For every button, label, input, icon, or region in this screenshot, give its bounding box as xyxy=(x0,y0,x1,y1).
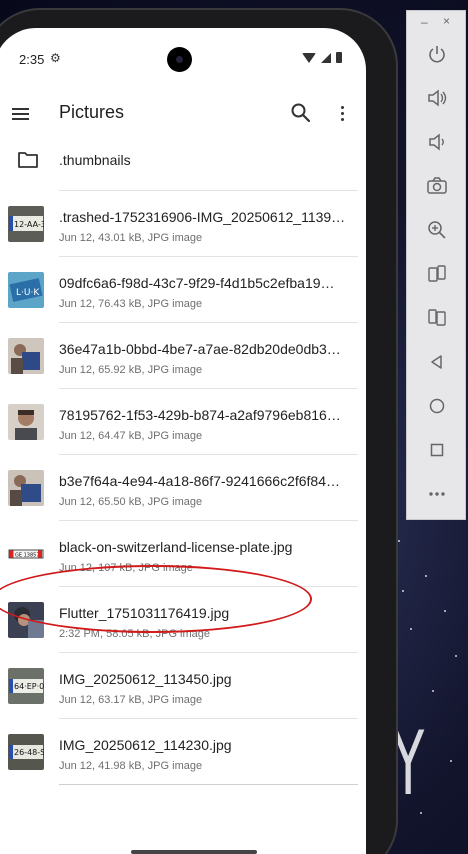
svg-text:26-48-S: 26-48-S xyxy=(14,748,44,757)
thumbnail-license-plate-3: 26-48-S xyxy=(8,734,44,770)
camera-icon[interactable] xyxy=(424,173,450,199)
file-item[interactable]: 36e47a1b-0bbd-4be7-a7ae-82db20de0db3… Ju… xyxy=(8,322,358,388)
file-meta: Jun 12, 64.47 kB, JPG image xyxy=(59,430,203,442)
file-meta: Jun 12, 43.01 kB, JPG image xyxy=(59,232,203,244)
thumbnail-license-plate-2: 64·EP·06 xyxy=(8,668,44,704)
volume-up-icon[interactable] xyxy=(424,85,450,111)
thumbnail-person-card xyxy=(8,470,44,506)
file-item[interactable]: 78195762-1f53-429b-b874-a2af9796eb816… J… xyxy=(8,388,358,454)
app-bar: Pictures xyxy=(0,88,366,140)
volume-down-icon[interactable] xyxy=(424,129,450,155)
home-icon[interactable] xyxy=(424,393,450,419)
rotate-left-icon[interactable] xyxy=(424,261,450,287)
power-icon[interactable] xyxy=(424,41,450,67)
wifi-icon xyxy=(302,52,316,63)
file-item[interactable]: GE 13857 black-on-switzerland-license-pl… xyxy=(8,520,358,586)
zoom-icon[interactable] xyxy=(424,217,450,243)
phone-screen: 2:35 ⚙ Pictures .thumbnails 12-AA-3 .tra… xyxy=(0,28,366,854)
folder-icon xyxy=(17,150,39,175)
emulator-side-panel: – × xyxy=(406,10,466,520)
emulator-window-controls: – × xyxy=(407,11,467,33)
status-icons xyxy=(302,52,342,63)
file-meta: Jun 12, 63.17 kB, JPG image xyxy=(59,694,203,706)
file-meta: Jun 12, 107 kB, JPG image xyxy=(59,562,193,574)
gesture-home-bar[interactable] xyxy=(131,850,257,854)
folder-row-thumbnails[interactable]: .thumbnails xyxy=(0,142,366,190)
list-divider xyxy=(59,784,358,785)
thumbnail-swiss-plate: GE 13857 xyxy=(8,536,44,572)
file-meta: Jun 12, 41.98 kB, JPG image xyxy=(59,760,203,772)
battery-icon xyxy=(336,52,342,63)
more-vert-icon[interactable] xyxy=(330,100,354,126)
more-horiz-icon[interactable] xyxy=(424,481,450,507)
file-item[interactable]: 12-AA-34 .trashed-1752316906-IMG_2025061… xyxy=(8,190,358,256)
signal-icon xyxy=(321,52,331,63)
file-item[interactable]: L·U·K 09dfc6a6-f98d-43c7-9f29-f4d1b5c2ef… xyxy=(8,256,358,322)
svg-text:L·U·K: L·U·K xyxy=(16,288,40,298)
file-name: Flutter_1751031176419.jpg xyxy=(59,605,230,621)
file-meta: Jun 12, 76.43 kB, JPG image xyxy=(59,298,203,310)
rotate-right-icon[interactable] xyxy=(424,305,450,331)
thumbnail-person-card xyxy=(8,338,44,374)
phone-frame: 2:35 ⚙ Pictures .thumbnails 12-AA-3 .tra… xyxy=(0,8,398,854)
file-name: .trashed-1752316906-IMG_20250612_1139… xyxy=(59,209,346,225)
thumbnail-license-plate: 12-AA-34 xyxy=(8,206,44,242)
file-item[interactable]: Flutter_1751031176419.jpg 2:32 PM, 58.05… xyxy=(8,586,358,652)
search-icon[interactable] xyxy=(288,100,314,126)
file-name: black-on-switzerland-license-plate.jpg xyxy=(59,539,293,555)
menu-icon[interactable] xyxy=(8,102,32,126)
svg-text:64·EP·06: 64·EP·06 xyxy=(14,682,44,691)
file-meta: Jun 12, 65.50 kB, JPG image xyxy=(59,496,203,508)
status-time: 2:35 xyxy=(19,52,45,67)
thumbnail-person-dark xyxy=(8,602,44,638)
file-name: b3e7f64a-4e94-4a18-86f7-9241666c2f6f84… xyxy=(59,473,341,489)
settings-gear-icon: ⚙ xyxy=(50,51,61,65)
file-name: IMG_20250612_114230.jpg xyxy=(59,737,232,753)
file-meta: Jun 12, 65.92 kB, JPG image xyxy=(59,364,203,376)
svg-text:12-AA-34: 12-AA-34 xyxy=(14,220,44,229)
back-icon[interactable] xyxy=(424,349,450,375)
folder-name: .thumbnails xyxy=(59,152,131,168)
file-name: 09dfc6a6-f98d-43c7-9f29-f4d1b5c2efba19… xyxy=(59,275,335,291)
page-title: Pictures xyxy=(59,102,125,122)
close-button[interactable]: × xyxy=(443,14,450,28)
file-meta: 2:32 PM, 58.05 kB, JPG image xyxy=(59,628,211,640)
file-name: IMG_20250612_113450.jpg xyxy=(59,671,232,687)
file-item[interactable]: b3e7f64a-4e94-4a18-86f7-9241666c2f6f84… … xyxy=(8,454,358,520)
file-name: 36e47a1b-0bbd-4be7-a7ae-82db20de0db3… xyxy=(59,341,341,357)
file-item[interactable]: 64·EP·06 IMG_20250612_113450.jpg Jun 12,… xyxy=(8,652,358,718)
minimize-button[interactable]: – xyxy=(421,15,428,29)
file-item[interactable]: 26-48-S IMG_20250612_114230.jpg Jun 12, … xyxy=(8,718,358,784)
svg-text:GE 13857: GE 13857 xyxy=(15,553,40,559)
thumbnail-person xyxy=(8,404,44,440)
status-bar: 2:35 ⚙ xyxy=(0,28,366,76)
overview-icon[interactable] xyxy=(424,437,450,463)
front-camera xyxy=(167,47,192,72)
thumbnail-blue-card: L·U·K xyxy=(8,272,44,308)
file-list: 12-AA-34 .trashed-1752316906-IMG_2025061… xyxy=(0,190,366,785)
file-name: 78195762-1f53-429b-b874-a2af9796eb816… xyxy=(59,407,341,423)
